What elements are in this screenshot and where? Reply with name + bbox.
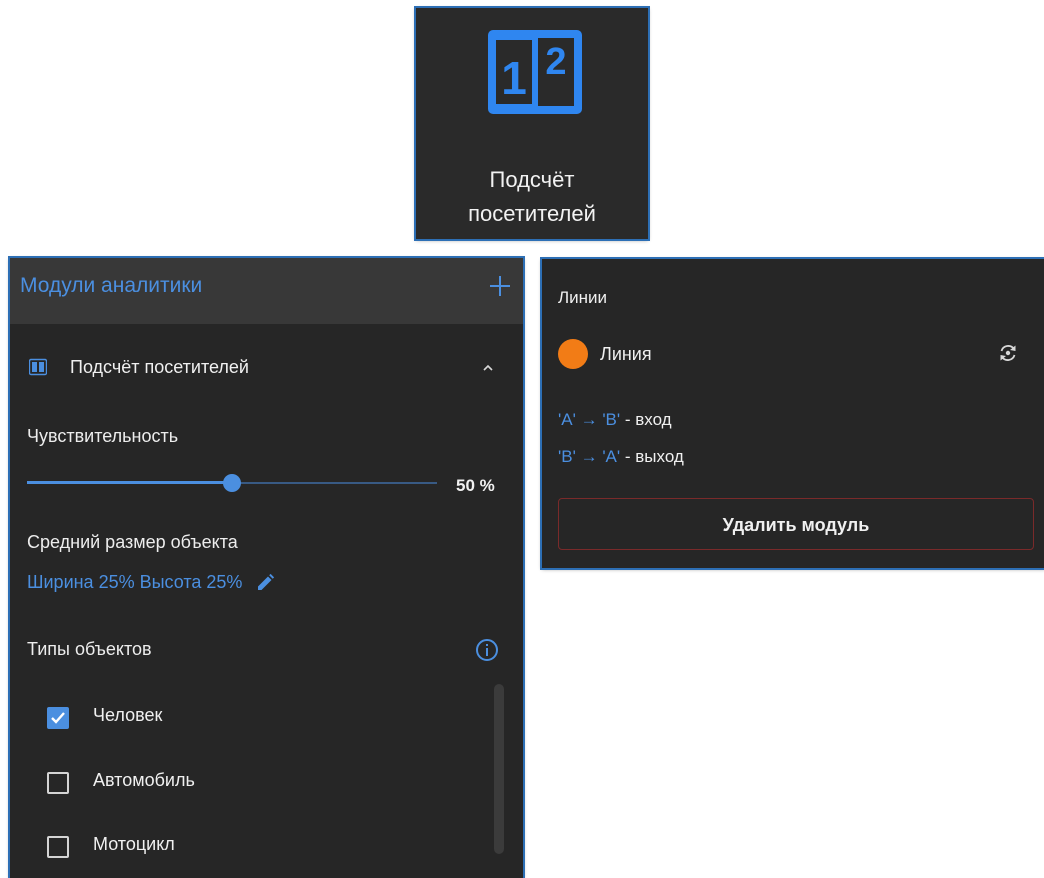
panel-title: Модули аналитики: [20, 274, 203, 297]
direction-arrow: →: [580, 410, 598, 429]
module-row-label: Подсчёт посетителей: [70, 357, 249, 377]
object-size-edit[interactable]: Ширина 25% Высота 25%: [27, 572, 275, 598]
checkbox-motorcycle[interactable]: [47, 836, 69, 858]
object-size-value[interactable]: Ширина 25% Высота 25%: [27, 572, 242, 592]
sensitivity-value: 50 %: [456, 476, 495, 495]
checkbox-car[interactable]: [47, 772, 69, 794]
lines-title: Линии: [558, 288, 608, 307]
scrollbar[interactable]: [494, 684, 504, 854]
direction-to: 'B': [602, 410, 621, 429]
slider-thumb[interactable]: [223, 474, 241, 492]
checkbox-person[interactable]: [47, 707, 69, 729]
panel-header: Модули аналитики: [10, 258, 523, 324]
object-size-label: Средний размер объекта: [27, 532, 238, 552]
object-types-label: Типы объектов: [27, 639, 152, 659]
direction-out: 'B' → 'A' - выход: [558, 447, 684, 467]
sensitivity-slider[interactable]: [27, 474, 437, 492]
direction-from: 'A': [558, 410, 576, 429]
plus-icon[interactable]: [489, 275, 511, 297]
sensitivity-label: Чувствительность: [27, 426, 179, 446]
object-type-label: Мотоцикл: [93, 834, 175, 854]
swap-direction-icon[interactable]: [997, 342, 1019, 364]
module-row-people-counter[interactable]: Подсчёт посетителей: [10, 348, 523, 388]
check-icon: [51, 712, 65, 724]
tile-label: Подсчёт посетителей: [468, 167, 596, 226]
icon-digit-2: 2: [545, 41, 566, 83]
direction-from: 'B': [558, 447, 576, 466]
chevron-up-icon[interactable]: [480, 360, 496, 376]
module-tile[interactable]: 1 2 Подсчёт посетителей: [416, 8, 648, 239]
info-icon[interactable]: [475, 638, 499, 662]
direction-meaning: - вход: [620, 410, 672, 429]
object-type-label: Автомобиль: [93, 770, 195, 790]
line-name[interactable]: Линия: [600, 344, 652, 365]
lines-panel: Линии Линия 'A' → 'B' - вход 'B' → 'A' -…: [542, 259, 1044, 568]
delete-module-button[interactable]: Удалить модуль: [558, 498, 1034, 550]
direction-arrow: →: [580, 447, 598, 466]
pencil-icon[interactable]: [255, 573, 275, 593]
direction-meaning: - выход: [620, 447, 684, 466]
icon-digit-1: 1: [501, 52, 527, 104]
direction-in: 'A' → 'B' - вход: [558, 410, 672, 430]
object-type-label: Человек: [93, 705, 163, 725]
line-color-dot: [558, 339, 588, 369]
direction-to: 'A': [602, 447, 621, 466]
people-counter-icon: [29, 358, 47, 376]
analytics-modules-panel: Модули аналитики Подсчёт посетителей Чув…: [10, 258, 523, 878]
people-counter-icon: 1 2: [488, 30, 582, 114]
slider-track-fill: [27, 481, 232, 484]
